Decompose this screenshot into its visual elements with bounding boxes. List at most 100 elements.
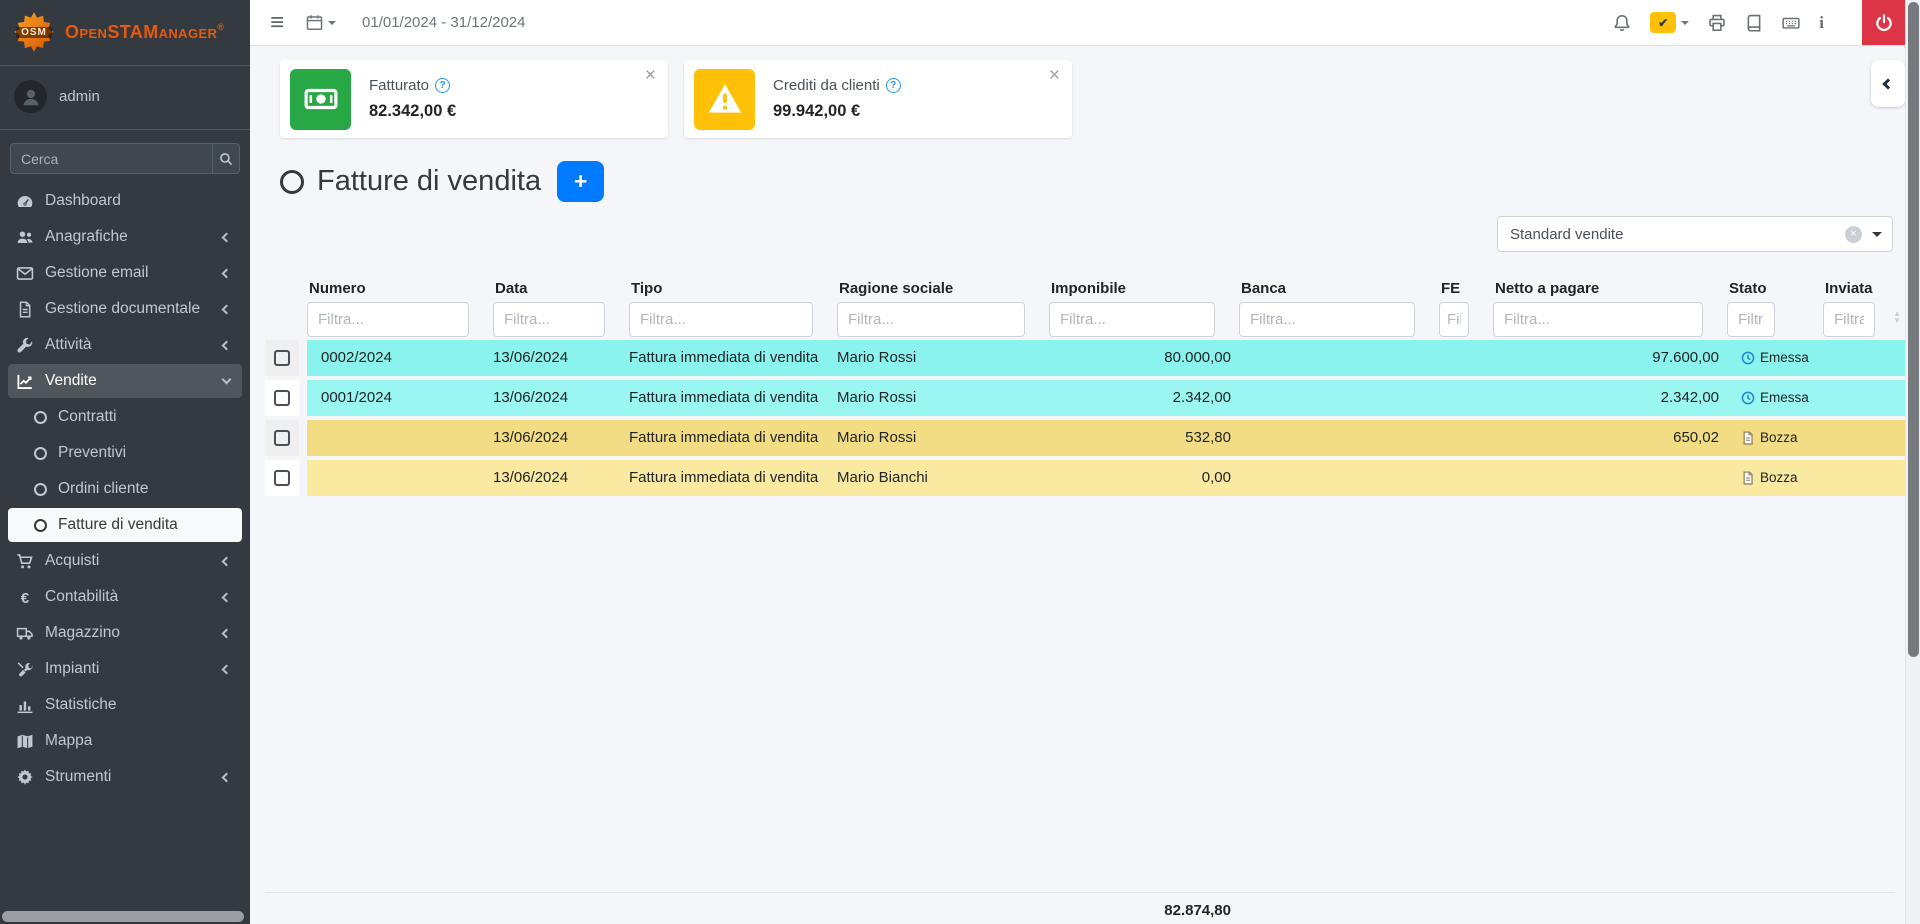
column-label: Inviata (1825, 280, 1887, 297)
caret-down-icon (1872, 232, 1882, 242)
sidebar-item-label: Dashboard (45, 192, 121, 210)
sidebar-subitem[interactable]: Ordini cliente (8, 472, 242, 506)
cell-fe (1439, 340, 1485, 376)
sidebar-item[interactable]: Attività (8, 328, 242, 362)
column-filter-input[interactable] (1493, 302, 1703, 337)
column-label: Stato (1729, 280, 1815, 297)
page-title: Fatture di vendita (317, 165, 541, 198)
segment-select[interactable]: Standard vendite × (1497, 216, 1893, 252)
table-row[interactable]: 0001/2024 13/06/2024 Fattura immediata d… (265, 380, 1905, 416)
horizontal-scrollbar-thumb[interactable] (2, 911, 244, 922)
sidebar-item-label: Mappa (45, 732, 92, 750)
close-icon[interactable]: × (1049, 66, 1060, 85)
sidebar-item[interactable]: Statistiche (8, 688, 242, 722)
sidebar-subitem[interactable]: Contratti (8, 400, 242, 434)
cell-imponibile: 2.342,00 (1049, 380, 1231, 416)
row-checkbox[interactable] (274, 390, 290, 406)
table-row[interactable]: 13/06/2024 Fattura immediata di vendita … (265, 460, 1905, 496)
cell-imponibile: 0,00 (1049, 460, 1231, 496)
sidebar-item-wrap: Anagrafiche (0, 220, 250, 254)
column-header: Imponibile ▲▼ (1049, 280, 1231, 337)
tasks-dropdown[interactable]: ✔ (1650, 12, 1689, 33)
cell-netto-a-pagare: 2.342,00 (1493, 380, 1719, 416)
sidebar-item[interactable]: Contabilità (8, 580, 242, 614)
vertical-scrollbar[interactable] (1905, 0, 1920, 924)
column-filter-input[interactable] (629, 302, 813, 337)
printer-icon[interactable] (1708, 14, 1726, 32)
close-icon[interactable]: × (645, 66, 656, 85)
row-checkbox[interactable] (274, 470, 290, 486)
status-icon (1741, 471, 1755, 485)
period-picker[interactable] (306, 14, 336, 31)
sidebar-item[interactable]: Impianti (8, 652, 242, 686)
sidebar-item-wrap: Impianti (0, 652, 250, 686)
sidebar-item[interactable]: Acquisti (8, 544, 242, 578)
search-input[interactable] (10, 143, 212, 174)
sidebar-item[interactable]: Gestione documentale (8, 292, 242, 326)
brand[interactable]: OSM OpenSTAManager® (0, 0, 250, 66)
column-header: Tipo ▲▼ (629, 280, 829, 337)
hamburger-menu-icon[interactable]: ≡ (270, 11, 284, 35)
column-filter-input[interactable] (307, 302, 469, 337)
sidebar-menu: Dashboard Anagrafiche (0, 184, 250, 794)
brand-acronym: OSM (16, 27, 52, 38)
column-filter-input[interactable] (1049, 302, 1215, 337)
vertical-scrollbar-thumb[interactable] (1908, 2, 1919, 657)
wrench-icon (17, 337, 32, 352)
column-filter-input[interactable] (837, 302, 1025, 337)
sidebar-subitem[interactable]: Fatture di vendita (8, 508, 242, 542)
row-checkbox[interactable] (274, 350, 290, 366)
sidebar-item[interactable]: Vendite (8, 364, 242, 398)
sidebar-subitem[interactable]: Preventivi (8, 436, 242, 470)
main-content: Fatturato ? 82.342,00 € × Crediti da cli… (250, 46, 1920, 924)
clear-selection-icon[interactable]: × (1845, 226, 1862, 243)
cell-tipo: Fattura immediata di vendita (629, 460, 829, 496)
sidebar-item-wrap: Statistiche (0, 688, 250, 722)
chevron-icon (222, 772, 232, 782)
keyboard-shortcuts-icon[interactable] (1782, 14, 1800, 32)
cell-data: 13/06/2024 (493, 420, 621, 456)
info-icon[interactable]: i (1819, 13, 1824, 33)
sidebar-item[interactable]: Mappa (8, 724, 242, 758)
column-header: Data ▲▼ (493, 280, 621, 337)
logout-power-button[interactable] (1862, 0, 1905, 45)
column-filter-input[interactable] (1823, 302, 1875, 337)
sidebar-item[interactable]: Gestione email (8, 256, 242, 290)
bell-icon[interactable] (1613, 14, 1631, 32)
help-icon[interactable]: ? (435, 78, 450, 93)
sidebar-item-label: Impianti (45, 660, 99, 678)
table-row[interactable]: 13/06/2024 Fattura immediata di vendita … (265, 420, 1905, 456)
sidebar-item-wrap: Gestione documentale (0, 292, 250, 326)
sidebar-item[interactable]: Dashboard (8, 184, 242, 218)
search-button[interactable] (212, 143, 240, 174)
column-filter-input[interactable] (493, 302, 605, 337)
module-circle-icon (280, 170, 304, 194)
table-row[interactable]: 0002/2024 13/06/2024 Fattura immediata d… (265, 340, 1905, 376)
column-filter-input[interactable] (1439, 302, 1469, 337)
sort-arrows[interactable]: ▲▼ (1893, 310, 1901, 324)
plants-icon (18, 662, 33, 676)
sidebar-item-label: Vendite (45, 372, 97, 390)
row-checkbox[interactable] (274, 430, 290, 446)
manual-book-icon[interactable] (1745, 14, 1763, 32)
sidebar-item[interactable]: Magazzino (8, 616, 242, 650)
sidebar-item-wrap: Attività (0, 328, 250, 362)
user-panel[interactable]: admin (0, 66, 250, 130)
cell-imponibile: 532,80 (1049, 420, 1231, 456)
sidebar-subitem-label: Preventivi (58, 444, 126, 462)
help-icon[interactable]: ? (886, 78, 901, 93)
column-header: Netto a pagare ▲▼ (1493, 280, 1719, 337)
add-invoice-button[interactable]: + (557, 161, 604, 202)
column-filter-input[interactable] (1727, 302, 1775, 337)
date-range[interactable]: 01/01/2024 - 31/12/2024 (362, 14, 525, 31)
sidebar-item[interactable]: Anagrafiche (8, 220, 242, 254)
sidebar-item[interactable]: Strumenti (8, 760, 242, 794)
sidebar-item-wrap: Gestione email (0, 256, 250, 290)
column-filter-input[interactable] (1239, 302, 1415, 337)
cell-tipo: Fattura immediata di vendita (629, 420, 829, 456)
sidebar-subitem-label: Fatture di vendita (58, 516, 178, 534)
sidebar-item-label: Contabilità (45, 588, 118, 606)
panel-toggle-tab[interactable] (1871, 60, 1905, 107)
table-header: Numero ▲▼ Data ▲▼ Tipo (265, 280, 1905, 337)
cell-tipo: Fattura immediata di vendita (629, 340, 829, 376)
